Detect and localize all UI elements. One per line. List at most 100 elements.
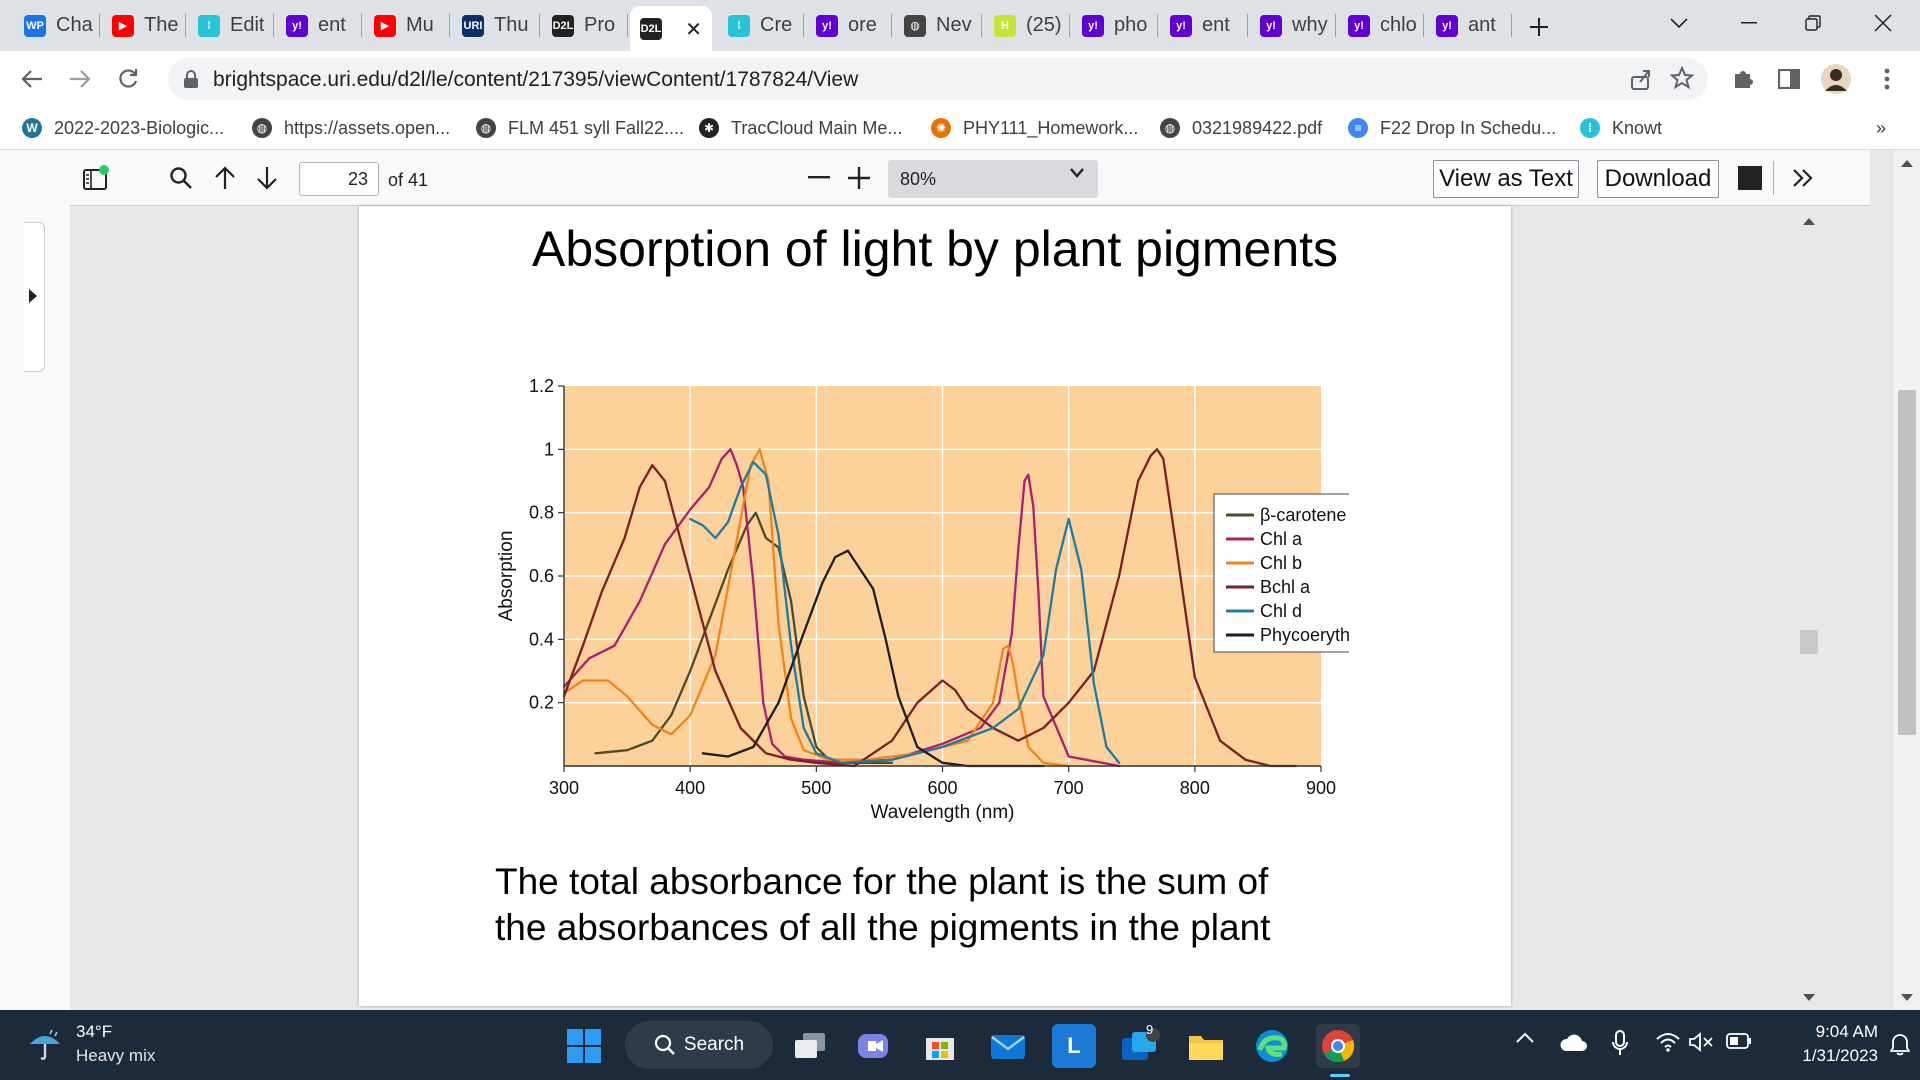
browser-tab[interactable]: WP Cha <box>14 6 100 45</box>
scroll-down-arrow-icon[interactable] <box>1803 994 1815 1001</box>
sidebar-toggle-tab[interactable] <box>24 222 45 372</box>
microsoft-store-icon[interactable] <box>918 1024 962 1068</box>
tab-search-chevron-icon[interactable] <box>1648 0 1710 46</box>
taskbar-search-button[interactable]: Search <box>625 1021 773 1069</box>
reload-icon[interactable] <box>110 61 146 97</box>
find-search-icon[interactable] <box>165 162 197 194</box>
zoom-select[interactable]: 80% <box>888 160 1098 198</box>
bookmark-item[interactable]: ◍ https://assets.open... <box>252 115 450 141</box>
browser-tab[interactable]: y! ent <box>1160 6 1248 45</box>
pdf-scrollbar[interactable] <box>1798 214 1820 1004</box>
bookmark-item[interactable]: ◍ FLM 451 syll Fall22.... <box>476 115 684 141</box>
file-explorer-folder-icon[interactable] <box>1184 1024 1228 1068</box>
presentation-mode-icon[interactable] <box>1736 162 1764 194</box>
browser-tab[interactable]: y! ent <box>276 6 362 45</box>
close-window-icon[interactable] <box>1852 0 1914 46</box>
y-tick-label: 0.6 <box>529 566 554 586</box>
clock-time[interactable]: 9:04 AM <box>1778 1022 1878 1042</box>
clock-date[interactable]: 1/31/2023 <box>1778 1046 1878 1066</box>
browser-tab[interactable]: y! chlo <box>1338 6 1424 45</box>
previous-page-arrow-icon[interactable] <box>210 162 240 194</box>
onedrive-cloud-icon[interactable] <box>1560 1034 1588 1052</box>
next-page-arrow-icon[interactable] <box>252 162 282 194</box>
chrome-menu-icon[interactable] <box>1870 62 1904 96</box>
browser-tab[interactable]: D2L ✕ <box>630 6 712 51</box>
page-scrollbar[interactable] <box>1894 150 1920 1010</box>
notification-center-icon[interactable] <box>1890 1032 1910 1056</box>
bookmark-label: PHY111_Homework... <box>963 117 1139 138</box>
globe-icon: ◍ <box>1160 118 1180 138</box>
weather-umbrella-icon[interactable] <box>26 1026 64 1064</box>
forward-arrow-icon[interactable] <box>62 61 98 97</box>
extensions-puzzle-icon[interactable] <box>1726 62 1760 96</box>
browser-tab[interactable]: y! pho <box>1072 6 1158 45</box>
back-arrow-icon[interactable] <box>14 61 50 97</box>
browser-tab[interactable]: ▶ Mu <box>364 6 450 45</box>
url-text[interactable]: brightspace.uri.edu/d2l/le/content/21739… <box>213 68 858 92</box>
bookmark-item[interactable]: W 2022-2023-Biologic... <box>22 115 224 141</box>
sidebar-toggle-icon[interactable] <box>80 162 112 194</box>
windows-start-icon[interactable] <box>562 1024 606 1068</box>
restore-window-icon[interactable] <box>1782 0 1844 46</box>
bookmark-star-icon[interactable] <box>1670 66 1694 90</box>
profile-avatar[interactable] <box>1819 62 1853 96</box>
page-scroll-up-icon[interactable] <box>1901 160 1913 167</box>
browser-tab[interactable]: ⁞ Edit <box>188 6 274 45</box>
launcher-l-icon[interactable]: L <box>1052 1024 1096 1068</box>
browser-tab[interactable]: y! ore <box>806 6 892 45</box>
pdf-scroll-thumb[interactable] <box>1800 630 1818 654</box>
tab-separator <box>1069 14 1070 37</box>
browser-tab[interactable]: H (25) <box>984 6 1070 45</box>
bookmark-item[interactable]: ✺ PHY111_Homework... <box>931 115 1138 141</box>
speaker-muted-icon[interactable] <box>1688 1032 1714 1052</box>
bookmark-item[interactable]: ⁞ Knowt <box>1580 115 1662 141</box>
bookmark-item[interactable]: ✱ TracCloud Main Me... <box>699 115 902 141</box>
bookmark-item[interactable]: ≡ F22 Drop In Schedu... <box>1348 115 1556 141</box>
more-bookmarks-chevron-icon[interactable]: » <box>1876 115 1886 141</box>
uri-icon: URI <box>462 14 484 37</box>
tab-separator <box>449 14 450 37</box>
outlook-icon[interactable]: 9 <box>1118 1022 1162 1068</box>
bookmark-item[interactable]: ◍ 0321989422.pdf <box>1160 115 1322 141</box>
weather-temperature[interactable]: 34°F <box>76 1022 112 1042</box>
show-hidden-icons-chevron-icon[interactable] <box>1516 1032 1534 1044</box>
tab-title: Edit <box>230 14 265 36</box>
new-tab-plus-icon[interactable] <box>1518 4 1560 50</box>
youtube-icon: ▶ <box>112 14 134 37</box>
close-tab-icon[interactable]: ✕ <box>685 17 702 42</box>
page-scroll-down-icon[interactable] <box>1901 994 1913 1001</box>
battery-icon[interactable] <box>1726 1032 1752 1050</box>
browser-tab[interactable]: ⁞ Cre <box>718 6 804 45</box>
lock-icon[interactable] <box>183 70 199 89</box>
browser-tab[interactable]: ◍ Nev <box>894 6 982 45</box>
browser-tab[interactable]: y! why <box>1250 6 1336 45</box>
slide-caption: The total absorbance for the plant is th… <box>495 859 1375 951</box>
tools-menu-double-chevron-icon[interactable] <box>1788 162 1818 194</box>
wifi-icon[interactable] <box>1656 1032 1680 1052</box>
chrome-browser-icon[interactable] <box>1316 1024 1360 1068</box>
page-number-input[interactable]: 23 <box>299 162 379 196</box>
share-icon[interactable] <box>1629 67 1653 91</box>
y-tick-label: 0.8 <box>529 503 554 523</box>
zoom-out-minus-icon[interactable] <box>804 162 834 194</box>
address-bar[interactable]: brightspace.uri.edu/d2l/le/content/21739… <box>168 58 1708 100</box>
zoom-in-plus-icon[interactable] <box>844 162 874 194</box>
browser-tab[interactable]: y! ant <box>1426 6 1512 45</box>
side-panel-icon[interactable] <box>1772 62 1806 96</box>
browser-tab[interactable]: URI Thu <box>452 6 540 45</box>
x-tick-label: 400 <box>675 778 705 798</box>
teams-chat-icon[interactable] <box>852 1024 896 1068</box>
weather-description[interactable]: Heavy mix <box>76 1046 155 1066</box>
view-as-text-button[interactable]: View as Text <box>1433 160 1579 198</box>
download-button[interactable]: Download <box>1597 160 1719 198</box>
scroll-up-arrow-icon[interactable] <box>1803 218 1815 225</box>
task-view-icon[interactable] <box>788 1024 832 1068</box>
page-scroll-thumb[interactable] <box>1898 390 1916 735</box>
browser-tab[interactable]: ▶ The <box>102 6 186 45</box>
microphone-icon[interactable] <box>1612 1030 1628 1056</box>
mail-icon[interactable] <box>986 1024 1030 1068</box>
minimize-window-icon[interactable] <box>1718 0 1780 46</box>
browser-tab[interactable]: D2L Pro <box>542 6 628 45</box>
tab-title: Cre <box>760 14 793 36</box>
edge-browser-icon[interactable] <box>1250 1024 1294 1068</box>
